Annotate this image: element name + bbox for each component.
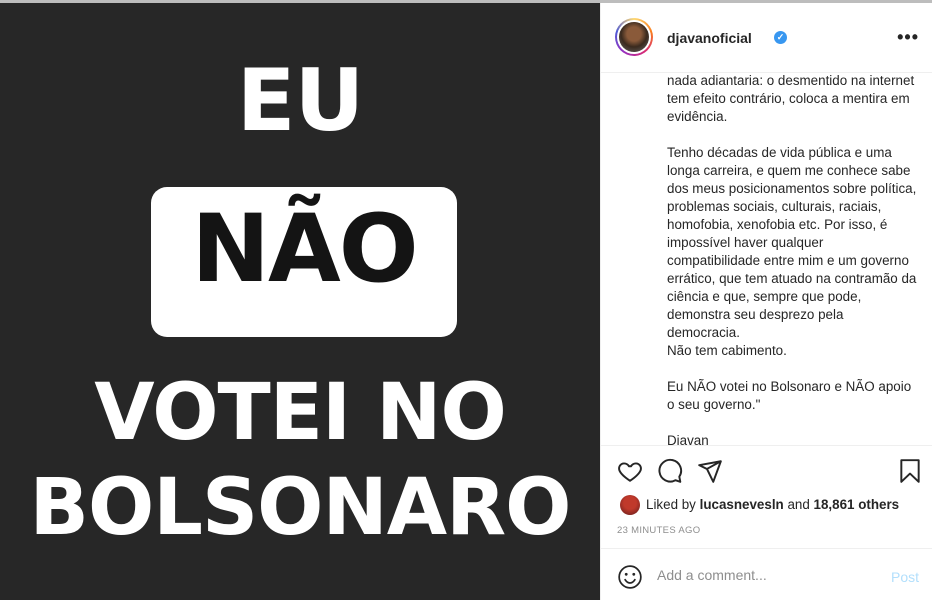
- post-caption: nada adiantaria: o desmentido na interne…: [667, 74, 917, 446]
- image-text-bolsonaro: BOLSONARO: [29, 463, 572, 553]
- post-actions: [601, 458, 932, 490]
- likes-summary: Liked by lucasnevesln and 18,861 others: [617, 495, 927, 517]
- more-options-icon[interactable]: •••: [897, 27, 919, 48]
- comment-bubble-icon[interactable]: [657, 458, 683, 484]
- username-link[interactable]: djavanoficial: [667, 30, 752, 46]
- likes-and: and: [783, 497, 814, 512]
- caption-scroll-area[interactable]: nada adiantaria: o desmentido na interne…: [601, 74, 932, 446]
- image-text-nao: NÃO: [191, 195, 418, 304]
- comment-input[interactable]: [657, 567, 877, 583]
- verified-badge-icon: ✓: [774, 31, 787, 44]
- post-side-panel: djavanoficial ✓ ••• nada adiantaria: o d…: [600, 3, 932, 600]
- image-text-votei-no: VOTEI NO: [94, 368, 507, 458]
- image-text-eu: EU: [236, 51, 365, 151]
- comment-box: Post: [601, 548, 932, 600]
- avatar[interactable]: [615, 18, 653, 56]
- emoji-icon[interactable]: [617, 564, 643, 590]
- like-heart-icon[interactable]: [617, 458, 643, 484]
- liker-username-link[interactable]: lucasnevesln: [700, 497, 784, 512]
- post-comment-button[interactable]: Post: [891, 569, 919, 585]
- avatar-photo: [619, 22, 649, 52]
- caption-paragraph: Tenho décadas de vida pública e uma long…: [667, 145, 917, 358]
- likes-prefix: Liked by: [646, 497, 700, 512]
- caption-paragraph: nada adiantaria: o desmentido na interne…: [667, 74, 915, 124]
- caption-paragraph: Eu NÃO votei no Bolsonaro e NÃO apoio o …: [667, 379, 912, 412]
- likes-count-link[interactable]: 18,861 others: [814, 497, 900, 512]
- post-image: EU NÃO VOTEI NO BOLSONARO: [0, 3, 600, 600]
- post-header: djavanoficial ✓ •••: [601, 3, 932, 73]
- post-timestamp[interactable]: 23 MINUTES AGO: [617, 525, 700, 536]
- save-bookmark-icon[interactable]: [897, 458, 923, 484]
- liker-avatar[interactable]: [620, 495, 640, 515]
- image-text-box: NÃO: [151, 187, 457, 337]
- caption-signature: Djavan: [667, 433, 709, 446]
- share-paper-plane-icon[interactable]: [697, 458, 723, 484]
